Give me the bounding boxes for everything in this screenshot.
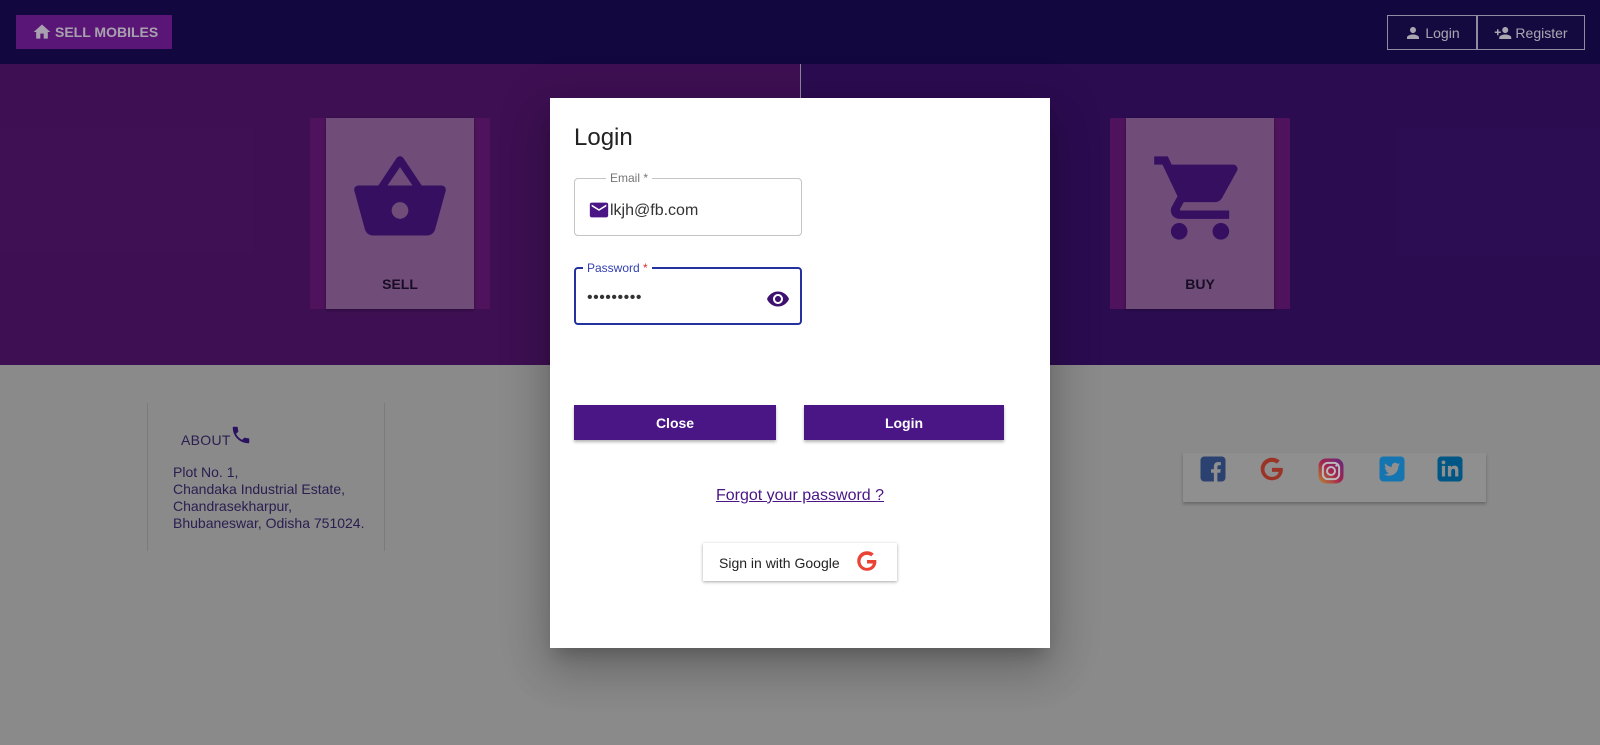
google-sign-in-button[interactable]: Sign in with Google	[703, 543, 897, 581]
login-button[interactable]: Login	[804, 405, 1004, 440]
close-button[interactable]: Close	[574, 405, 776, 440]
login-dialog: Login Email * lkjh@fb.com Password * •••…	[550, 98, 1050, 648]
password-input[interactable]: •••••••••	[587, 289, 642, 307]
google-sign-in-label: Sign in with Google	[719, 555, 840, 571]
dialog-title: Login	[574, 124, 633, 151]
forgot-password-link[interactable]: Forgot your password ?	[550, 487, 1050, 505]
email-input[interactable]: lkjh@fb.com	[610, 202, 698, 220]
email-field-label: Email *	[606, 171, 653, 185]
password-field-label: Password *	[583, 261, 652, 275]
visibility-toggle-icon[interactable]	[766, 287, 790, 311]
password-field[interactable]: Password * •••••••••	[574, 261, 802, 325]
google-g-icon	[854, 547, 880, 575]
email-field[interactable]: Email * lkjh@fb.com	[574, 171, 802, 236]
mail-icon	[588, 199, 610, 221]
